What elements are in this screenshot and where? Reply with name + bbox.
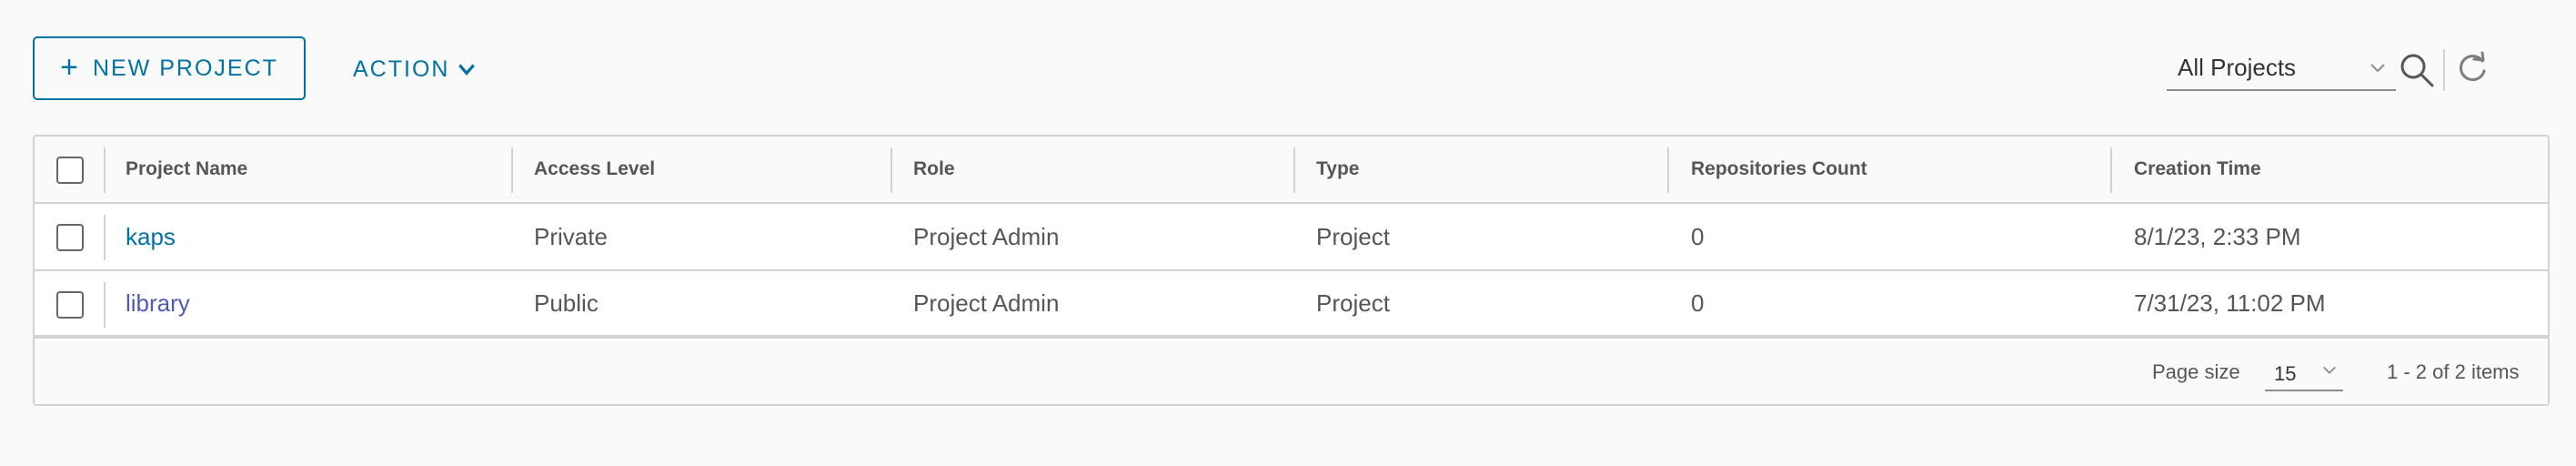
- project-filter-select[interactable]: All Projects: [2167, 49, 2396, 91]
- access-level-cell: Private: [534, 222, 608, 250]
- column-separator[interactable]: [1667, 147, 1669, 193]
- column-separator: [104, 147, 106, 193]
- action-dropdown[interactable]: ACTION: [353, 47, 477, 91]
- page-size-value: 15: [2274, 362, 2297, 385]
- chevron-down-icon: [2323, 366, 2336, 374]
- creation-time-cell: 7/31/23, 11:02 PM: [2134, 289, 2326, 317]
- row-checkbox[interactable]: [56, 224, 84, 251]
- page-size-select[interactable]: 15: [2265, 355, 2343, 391]
- datagrid-footer: Page size 15 1 - 2 of 2 items: [35, 340, 2548, 404]
- type-cell: Project: [1316, 222, 1390, 250]
- project-name-link[interactable]: library: [126, 271, 190, 335]
- datagrid-header: Project Name Access Level Role Type Repo…: [35, 137, 2548, 204]
- chevron-down-icon: [458, 64, 476, 76]
- column-separator: [104, 215, 106, 260]
- refresh-icon[interactable]: [2454, 51, 2490, 87]
- chevron-down-icon: [2370, 64, 2385, 73]
- table-row: library Public Project Admin Project 0 7…: [35, 271, 2548, 339]
- column-separator[interactable]: [2110, 147, 2112, 193]
- table-row: kaps Private Project Admin Project 0 8/1…: [35, 204, 2548, 271]
- column-header-repositories-count[interactable]: Repositories Count: [1691, 137, 1867, 202]
- repositories-count-cell: 0: [1691, 222, 1705, 250]
- column-separator: [104, 282, 106, 328]
- projects-datagrid: Project Name Access Level Role Type Repo…: [33, 135, 2550, 406]
- column-separator[interactable]: [1293, 147, 1295, 193]
- action-label: ACTION: [353, 56, 450, 82]
- column-header-creation-time[interactable]: Creation Time: [2134, 137, 2261, 202]
- page-size-label: Page size: [2152, 360, 2240, 383]
- role-cell: Project Admin: [913, 289, 1060, 317]
- pagination-item-count: 1 - 2 of 2 items: [2387, 360, 2520, 383]
- new-project-button[interactable]: + NEW PROJECT: [33, 36, 306, 100]
- column-separator[interactable]: [891, 147, 892, 193]
- project-name-text[interactable]: kaps: [126, 223, 176, 251]
- role-cell: Project Admin: [913, 222, 1060, 250]
- access-level-cell: Public: [534, 289, 599, 317]
- project-filter-value: All Projects: [2178, 53, 2297, 81]
- repositories-count-cell: 0: [1691, 289, 1705, 317]
- row-checkbox[interactable]: [56, 291, 84, 319]
- projects-page: + NEW PROJECT ACTION All Projects Projec…: [0, 0, 2576, 466]
- column-header-role[interactable]: Role: [913, 137, 955, 202]
- new-project-label: NEW PROJECT: [92, 55, 278, 81]
- column-header-access-level[interactable]: Access Level: [534, 137, 655, 202]
- column-separator[interactable]: [511, 147, 513, 193]
- column-header-type[interactable]: Type: [1316, 137, 1359, 202]
- toolbar-divider: [2443, 49, 2445, 91]
- project-name-link[interactable]: kaps: [126, 204, 176, 269]
- plus-icon: +: [60, 49, 80, 85]
- project-name-text[interactable]: library: [126, 289, 190, 318]
- type-cell: Project: [1316, 289, 1390, 317]
- select-all-checkbox[interactable]: [56, 157, 84, 184]
- creation-time-cell: 8/1/23, 2:33 PM: [2134, 222, 2301, 250]
- search-icon[interactable]: [2398, 51, 2436, 89]
- column-header-project-name[interactable]: Project Name: [126, 137, 247, 202]
